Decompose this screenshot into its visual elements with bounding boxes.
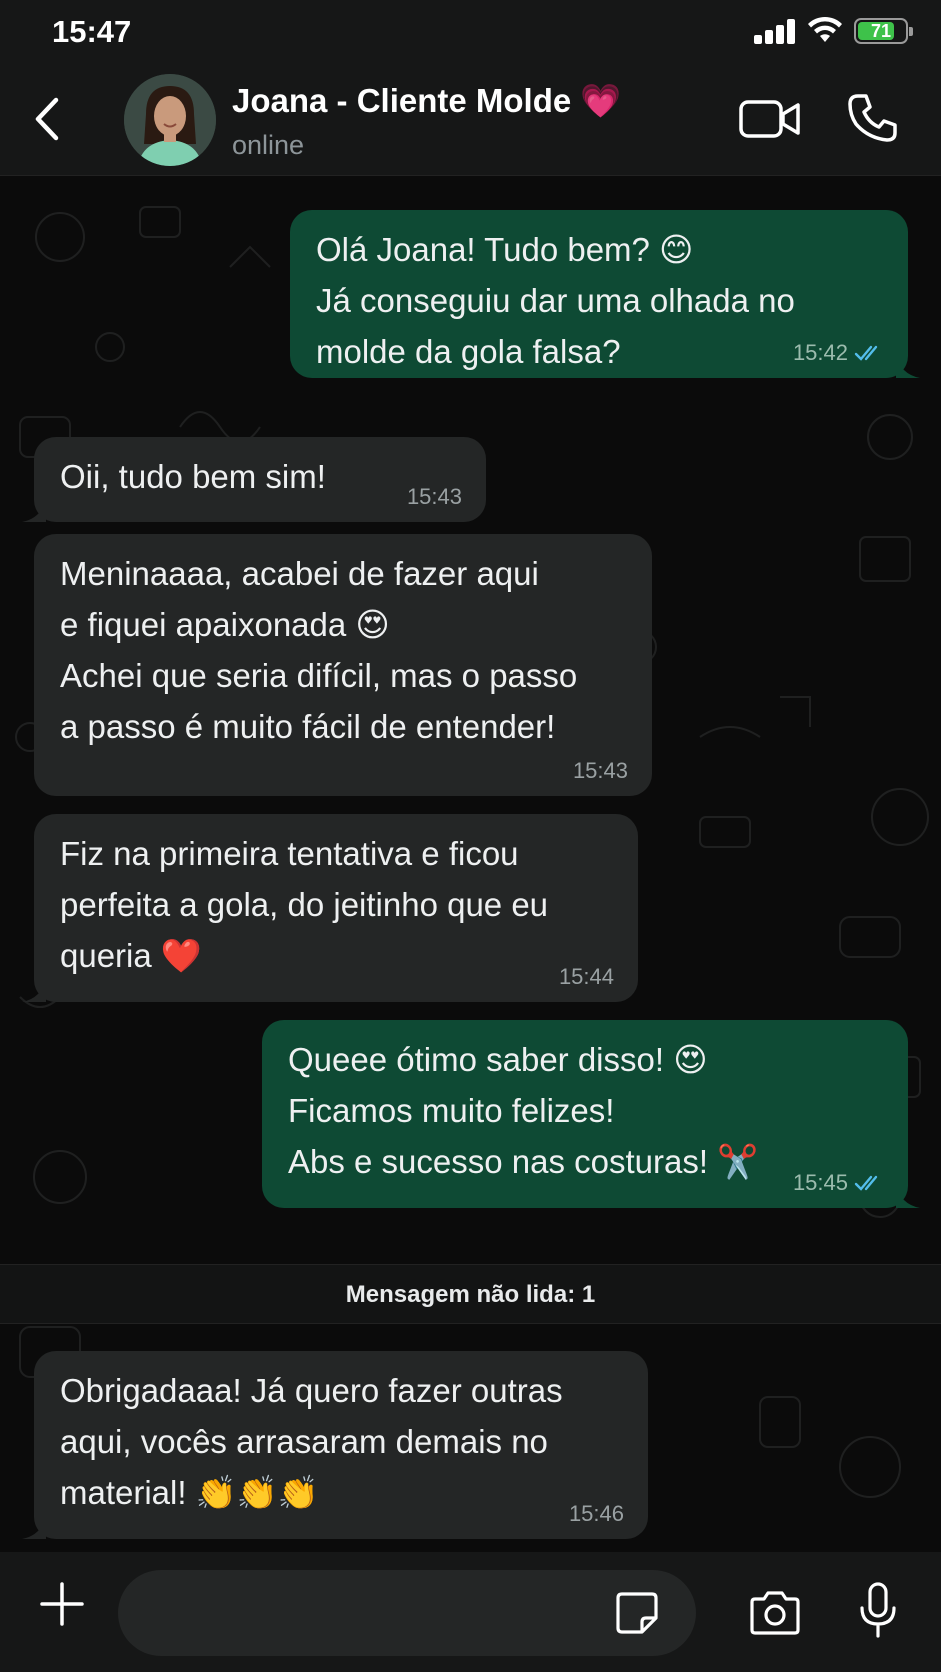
microphone-icon[interactable] <box>858 1582 898 1640</box>
plus-icon[interactable] <box>38 1580 86 1628</box>
camera-icon[interactable] <box>748 1590 802 1636</box>
avatar[interactable] <box>124 74 216 166</box>
message-incoming[interactable]: Oii, tudo bem sim! 15:43 <box>22 437 486 522</box>
bubble-tail <box>22 978 46 1002</box>
message-line: Já conseguiu dar uma olhada no <box>316 282 795 319</box>
bubble-tail <box>896 1184 920 1208</box>
message-line: Fiz na primeira tentativa e ficou <box>60 835 519 872</box>
message-outgoing[interactable]: Olá Joana! Tudo bem? 😊 Já conseguiu dar … <box>290 210 920 378</box>
bubble-tail <box>22 1515 46 1539</box>
message-line: Meninaaaa, acabei de fazer aqui <box>60 555 539 592</box>
sticker-icon[interactable] <box>614 1590 660 1636</box>
message-time: 15:42 <box>792 340 848 365</box>
status-bar: 15:47 71 <box>0 0 941 64</box>
message-incoming[interactable]: Fiz na primeira tentativa e ficou perfei… <box>22 814 638 1002</box>
message-line: queria ❤️ <box>60 937 202 974</box>
composer-bar <box>0 1552 941 1672</box>
chat-area[interactable]: Olá Joana! Tudo bem? 😊 Já conseguiu dar … <box>0 177 941 1552</box>
message-meta: 15:44 <box>559 964 614 990</box>
message-meta: 15:43 <box>407 484 462 510</box>
message-outgoing[interactable]: Queee ótimo saber disso! 😍 Ficamos muito… <box>262 1020 920 1208</box>
battery-percent: 71 <box>870 21 892 41</box>
message-meta: 15:45 <box>793 1170 884 1196</box>
bubble-tail <box>22 498 46 522</box>
phone-icon[interactable] <box>846 92 898 144</box>
message-time: 15:45 <box>792 1170 848 1195</box>
contact-name[interactable]: Joana - Cliente Molde 💗 <box>232 82 621 121</box>
message-line: e fiquei apaixonada 😍 <box>60 606 390 643</box>
double-check-icon <box>854 1175 878 1191</box>
bubble-tail <box>896 354 920 378</box>
battery-icon: 71 <box>854 18 913 44</box>
message-line: Olá Joana! Tudo bem? 😊 <box>316 231 694 268</box>
message-time: 15:43 <box>572 758 628 783</box>
message-line: Achei que seria difícil, mas o passo <box>60 657 578 694</box>
message-line: Ficamos muito felizes! <box>288 1092 615 1129</box>
message-time: 15:43 <box>406 484 462 509</box>
message-time: 15:46 <box>568 1501 624 1526</box>
message-meta: 15:42 <box>793 340 884 366</box>
message-line: perfeita a gola, do jeitinho que eu <box>60 886 549 923</box>
double-check-icon <box>854 345 878 361</box>
message-line: Queee ótimo saber disso! 😍 <box>288 1041 708 1078</box>
message-line: material! 👏👏👏 <box>60 1474 319 1511</box>
signal-icon <box>754 18 796 44</box>
message-incoming[interactable]: Obrigadaaa! Já quero fazer outras aqui, … <box>22 1351 648 1539</box>
wifi-icon <box>808 16 842 42</box>
message-meta: 15:43 <box>573 758 628 784</box>
message-line: aqui, vocês arrasaram demais no <box>60 1423 548 1460</box>
chevron-left-icon[interactable] <box>28 94 68 144</box>
message-line: Obrigadaaa! Já quero fazer outras <box>60 1372 563 1409</box>
chat-header: Joana - Cliente Molde 💗 online <box>0 64 941 176</box>
video-camera-icon[interactable] <box>738 96 802 142</box>
message-line: Oii, tudo bem sim! <box>60 458 326 495</box>
status-time: 15:47 <box>52 14 132 49</box>
message-line: a passo é muito fácil de entender! <box>60 708 556 745</box>
message-meta: 15:46 <box>569 1501 624 1527</box>
contact-status: online <box>232 130 305 160</box>
message-incoming[interactable]: Meninaaaa, acabei de fazer aqui e fiquei… <box>34 534 652 796</box>
unread-banner: Mensagem não lida: 1 <box>0 1264 941 1324</box>
message-time: 15:44 <box>558 964 614 989</box>
message-input[interactable] <box>118 1570 696 1656</box>
